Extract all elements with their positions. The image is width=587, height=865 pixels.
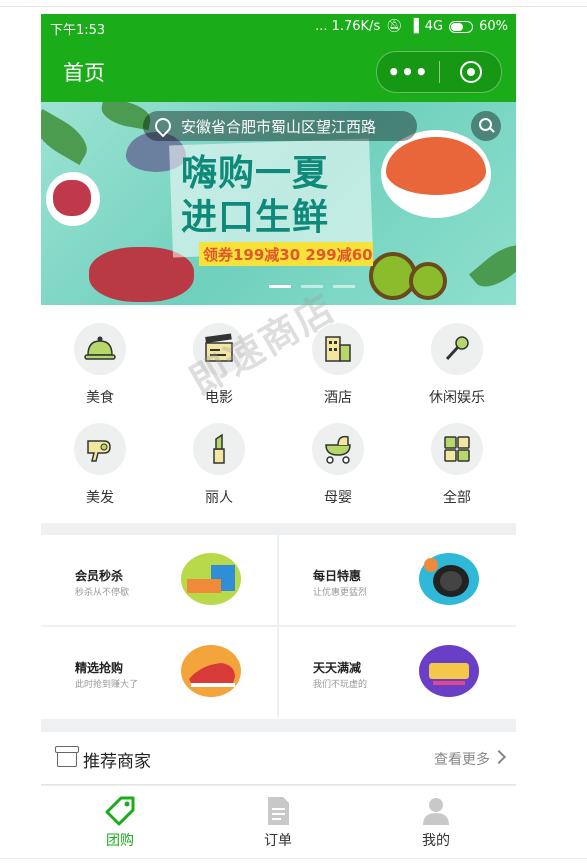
food-cloche-icon (74, 323, 126, 375)
promo-subtitle: 此时抢到赚大了 (75, 680, 139, 690)
promo-title: 会员秒杀 (75, 569, 124, 583)
grid-icon (431, 423, 483, 475)
headline-line-1: 嗨购一夏 (181, 153, 330, 194)
mute-icon: 🔕︎ (386, 19, 403, 34)
phone-screen: 下午1:53 ... 1.76K/s 🔕︎ ▐ 4G 60% 首页 ••• 嗨购… (41, 14, 516, 857)
status-right: ... 1.76K/s 🔕︎ ▐ 4G 60% (315, 19, 508, 34)
store-icon (55, 746, 79, 767)
location-selector[interactable]: 安徽省合肥市蜀山区望江西路 (143, 111, 417, 141)
promo-daily-discount[interactable]: 天天满减 我们不玩虚的 (279, 627, 516, 717)
promo-subtitle: 让优惠更猛烈 (313, 588, 368, 598)
promo-daily-deal[interactable]: 每日特惠 让优惠更猛烈 (279, 535, 516, 625)
category-label: 酒店 (324, 390, 352, 406)
promo-banner[interactable]: 嗨购一夏 进口生鲜 领券199减30 299减60 安徽省合肥市蜀山区望江西路 (41, 102, 516, 305)
carousel-dot[interactable] (269, 285, 291, 288)
section-gap (41, 719, 516, 732)
leaf-decoration (41, 109, 95, 165)
battery-level: 60% (479, 19, 508, 34)
tab-label: 团购 (106, 833, 134, 849)
promo-title: 精选抢购 (75, 661, 124, 675)
chevron-right-icon (491, 749, 507, 765)
tab-orders[interactable]: 订单 (199, 786, 357, 850)
tab-label: 我的 (422, 833, 450, 849)
promo-subtitle: 我们不玩虚的 (313, 680, 368, 690)
user-icon (421, 796, 451, 826)
hairdryer-icon (74, 423, 126, 475)
lipstick-icon (193, 423, 245, 475)
tab-group-buy[interactable]: 团购 (41, 786, 199, 850)
promo-member-flash-sale[interactable]: 会员秒杀 秒杀从不停歇 (41, 535, 278, 625)
coupon-strip: 领券199减30 299减60 (199, 242, 373, 266)
category-label: 全部 (443, 490, 471, 506)
promo-divider-horizontal (41, 625, 516, 627)
tab-bar: 团购 订单 我的 (41, 785, 516, 857)
page-title: 首页 (63, 61, 105, 85)
promo-title: 每日特惠 (313, 569, 362, 583)
category-entertainment[interactable]: 休闲娱乐 (398, 305, 516, 407)
close-button[interactable] (440, 61, 501, 83)
kiwi-image (409, 262, 447, 300)
see-more-link[interactable]: 查看更多 (434, 749, 490, 769)
section-gap (41, 523, 516, 535)
network-speed: ... 1.76K/s (315, 19, 381, 34)
battery-icon (449, 20, 474, 33)
tab-profile[interactable]: 我的 (357, 786, 515, 850)
status-time: 下午1:53 (50, 23, 106, 38)
microphone-icon (431, 323, 483, 375)
status-bar: 下午1:53 ... 1.76K/s 🔕︎ ▐ 4G 60% (41, 14, 516, 40)
category-label: 休闲娱乐 (429, 390, 485, 406)
network-type: 4G (424, 19, 444, 34)
promo-selected-rush[interactable]: 精选抢购 此时抢到赚大了 (41, 627, 278, 717)
category-label: 美发 (86, 490, 114, 506)
promo-subtitle: 秒杀从不停歇 (75, 588, 130, 598)
category-food[interactable]: 美食 (41, 305, 159, 407)
recommended-merchants-header: 推荐商家 查看更多 (41, 732, 516, 785)
category-all[interactable]: 全部 (398, 405, 516, 507)
shopping-bag-image (181, 553, 241, 605)
location-pin-icon (151, 114, 175, 138)
camera-lens-image (419, 553, 479, 605)
mini-program-capsule: ••• (376, 51, 502, 93)
category-label: 美食 (86, 390, 114, 406)
document-icon (263, 796, 293, 826)
search-icon[interactable] (471, 111, 501, 141)
category-label: 丽人 (205, 490, 233, 506)
leaf-decoration (469, 235, 516, 297)
discount-badge-image (419, 645, 479, 697)
signal-icon: ▐ (408, 19, 419, 34)
stroller-icon (312, 423, 364, 475)
target-icon (459, 61, 482, 83)
navigation-bar: 首页 ••• (41, 40, 516, 102)
location-text: 安徽省合肥市蜀山区望江西路 (181, 117, 377, 136)
headline-line-2: 进口生鲜 (181, 197, 330, 238)
section-title: 推荐商家 (83, 752, 151, 772)
top-divider (0, 6, 587, 7)
tag-icon (105, 796, 135, 826)
carousel-dot[interactable] (333, 285, 355, 288)
sneaker-image (181, 645, 241, 697)
category-beauty[interactable]: 丽人 (160, 405, 278, 507)
promo-title: 天天满减 (313, 661, 362, 675)
banner-headline: 嗨购一夏 进口生鲜 (181, 152, 376, 240)
meat-image (53, 180, 91, 216)
category-hair[interactable]: 美发 (41, 405, 159, 507)
category-baby[interactable]: 母婴 (279, 405, 397, 507)
bottom-divider (0, 858, 587, 859)
category-label: 母婴 (324, 490, 352, 506)
more-menu-button[interactable]: ••• (377, 60, 439, 84)
tab-label: 订单 (264, 833, 292, 849)
